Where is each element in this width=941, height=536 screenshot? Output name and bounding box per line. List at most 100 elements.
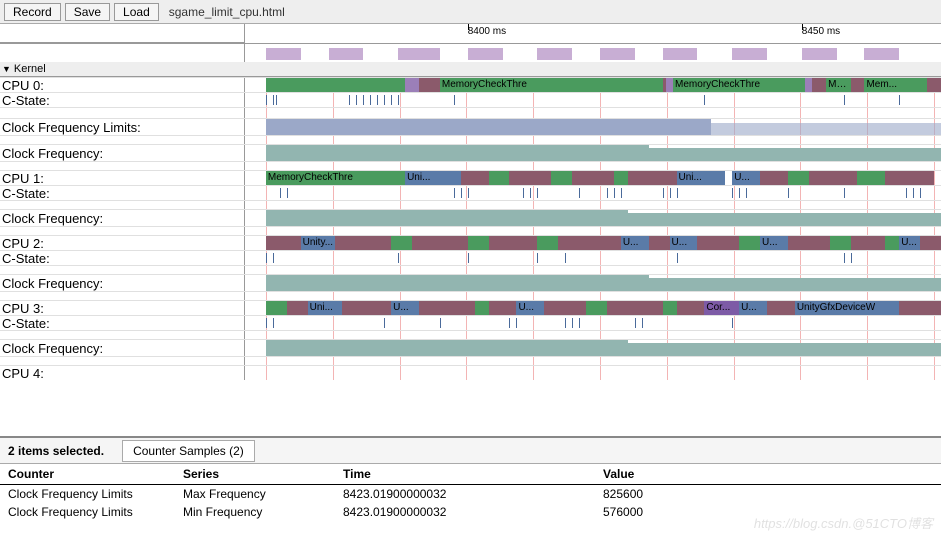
trace-segment[interactable] [857, 171, 885, 185]
trace-segment[interactable] [405, 78, 419, 92]
trace-segment[interactable]: U... [621, 236, 649, 250]
trace-segment[interactable] [558, 236, 621, 250]
trace-segment[interactable]: U... [391, 301, 419, 315]
trace-segment[interactable] [342, 301, 391, 315]
trace-segment[interactable]: Uni... [405, 171, 461, 185]
trace-segment[interactable] [489, 171, 510, 185]
trace-segment[interactable] [607, 301, 663, 315]
trace-segment[interactable] [809, 171, 858, 185]
trace-segment[interactable]: MemoryCheckThre [673, 78, 805, 92]
trace-segment[interactable] [614, 171, 628, 185]
trace-segment[interactable] [489, 301, 517, 315]
track-row [0, 265, 941, 274]
trace-segment[interactable] [468, 236, 489, 250]
trace-segment[interactable] [461, 171, 489, 185]
trace-segment[interactable] [412, 236, 468, 250]
track-label: Clock Frequency Limits: [0, 119, 245, 135]
cell: 8423.01900000032 [343, 487, 603, 501]
load-button[interactable]: Load [114, 3, 159, 21]
col-time[interactable]: Time [343, 467, 603, 481]
track-label [0, 331, 245, 339]
trace-segment[interactable] [885, 236, 899, 250]
trace-segment[interactable] [885, 171, 934, 185]
trace-segment[interactable] [812, 78, 826, 92]
trace-segment[interactable] [419, 301, 475, 315]
trace-segment[interactable] [851, 236, 886, 250]
track-row: Clock Frequency: [0, 274, 941, 291]
trace-segment[interactable] [649, 236, 670, 250]
trace-segment[interactable] [335, 236, 391, 250]
trace-segment[interactable] [586, 301, 607, 315]
track-label: CPU 2: [0, 236, 245, 250]
trace-segment[interactable] [739, 236, 760, 250]
trace-segment[interactable] [475, 301, 489, 315]
track-label: CPU 1: [0, 171, 245, 185]
track-row [0, 226, 941, 235]
trace-segment[interactable] [544, 301, 586, 315]
col-series[interactable]: Series [183, 467, 343, 481]
record-button[interactable]: Record [4, 3, 61, 21]
trace-segment[interactable] [628, 171, 677, 185]
trace-segment[interactable] [266, 78, 405, 92]
trace-segment[interactable] [266, 301, 287, 315]
cell: Clock Frequency Limits [8, 487, 183, 501]
table-row[interactable]: Clock Frequency Limits Max Frequency 842… [0, 485, 941, 503]
tracks-area[interactable]: CPU 0:MemoryCheckThreMemoryCheckThreMemM… [0, 77, 941, 454]
trace-segment[interactable] [537, 236, 558, 250]
trace-segment[interactable]: U... [760, 236, 788, 250]
overview-strip[interactable] [0, 44, 941, 62]
trace-segment[interactable]: Unity... [301, 236, 336, 250]
trace-segment[interactable]: U... [732, 171, 760, 185]
trace-segment[interactable] [572, 171, 614, 185]
trace-segment[interactable] [927, 78, 941, 92]
kernel-section-header[interactable]: ▼ Kernel [0, 62, 941, 77]
track-label: Clock Frequency: [0, 210, 245, 226]
trace-segment[interactable]: U... [739, 301, 767, 315]
trace-segment[interactable]: U... [670, 236, 698, 250]
trace-segment[interactable]: Cor... [704, 301, 739, 315]
trace-segment[interactable] [767, 301, 795, 315]
trace-segment[interactable] [788, 236, 830, 250]
trace-segment[interactable] [830, 236, 851, 250]
col-value[interactable]: Value [603, 467, 933, 481]
col-counter[interactable]: Counter [8, 467, 183, 481]
trace-segment[interactable] [666, 78, 673, 92]
trace-segment[interactable] [677, 301, 705, 315]
trace-segment[interactable] [920, 236, 941, 250]
track-row [0, 135, 941, 144]
trace-segment[interactable] [788, 171, 809, 185]
trace-segment[interactable] [899, 301, 941, 315]
trace-segment[interactable]: UnityGfxDeviceW [795, 301, 899, 315]
ruler-tick: 8450 ms [802, 26, 840, 37]
track-label [0, 162, 245, 170]
trace-segment[interactable] [489, 236, 538, 250]
track-label [0, 201, 245, 209]
trace-segment[interactable]: Mem... [864, 78, 927, 92]
track-label: C-State: [0, 186, 245, 200]
tab-counter-samples[interactable]: Counter Samples (2) [122, 440, 255, 462]
trace-segment[interactable] [805, 78, 812, 92]
trace-segment[interactable] [509, 171, 551, 185]
trace-segment[interactable] [551, 171, 572, 185]
trace-segment[interactable] [287, 301, 308, 315]
track-row: CPU 4: [0, 365, 941, 380]
trace-segment[interactable]: MemoryCheckThre [266, 171, 405, 185]
track-row [0, 330, 941, 339]
trace-segment[interactable]: Uni... [308, 301, 343, 315]
trace-segment[interactable] [391, 236, 412, 250]
track-label: Clock Frequency: [0, 340, 245, 356]
track-row: Clock Frequency Limits: [0, 118, 941, 135]
trace-segment[interactable] [266, 236, 301, 250]
trace-segment[interactable] [419, 78, 440, 92]
trace-segment[interactable]: Uni... [677, 171, 726, 185]
trace-segment[interactable]: Mem [826, 78, 850, 92]
trace-segment[interactable]: U... [899, 236, 920, 250]
trace-segment[interactable] [663, 301, 677, 315]
save-button[interactable]: Save [65, 3, 110, 21]
track-label: CPU 4: [0, 366, 245, 380]
trace-segment[interactable]: U... [516, 301, 544, 315]
trace-segment[interactable] [697, 236, 739, 250]
track-label: Clock Frequency: [0, 275, 245, 291]
trace-segment[interactable] [760, 171, 788, 185]
trace-segment[interactable] [851, 78, 865, 92]
